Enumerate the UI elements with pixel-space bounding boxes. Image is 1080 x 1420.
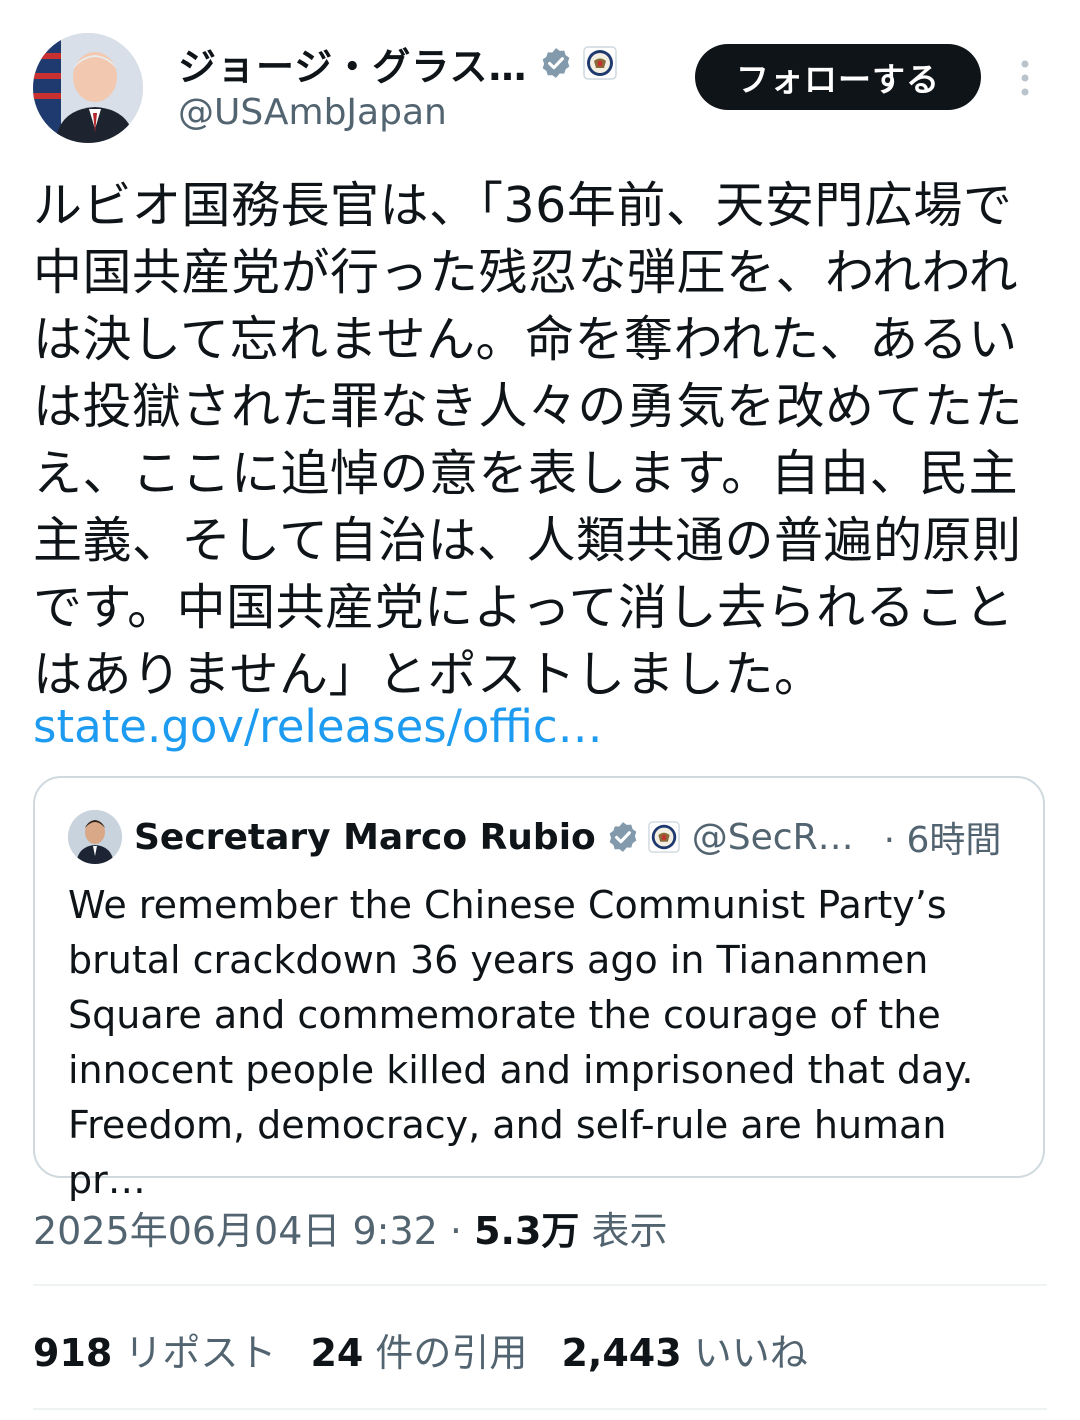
repost-stat[interactable]: 918 リポスト <box>33 1322 276 1377</box>
like-count: 2,443 <box>561 1331 682 1375</box>
tweet-datetime[interactable]: 2025年06月04日 9:32 <box>33 1209 438 1253</box>
quoted-timestamp[interactable]: · 6時間 <box>884 811 1002 863</box>
divider <box>33 1408 1047 1410</box>
quoted-author-avatar[interactable] <box>68 810 122 864</box>
view-count: 5.3万 <box>474 1209 580 1253</box>
quoted-tweet-header: Secretary Marco Rubio @SecR… · 6時間 <box>68 808 1001 866</box>
repost-count: 918 <box>33 1331 113 1375</box>
engagement-stats: 918 リポスト 24 件の引用 2,443 いいね <box>33 1322 842 1377</box>
quote-label: 件の引用 <box>375 1331 528 1375</box>
author-name-row: ジョージ・グラス… <box>178 36 618 91</box>
quoted-tweet-text: We remember the Chinese Communist Party’… <box>68 883 974 1202</box>
state-department-seal-icon <box>648 821 680 853</box>
tweet-meta: 2025年06月04日 9:32 · 5.3万 表示 <box>33 1200 668 1255</box>
verified-badge-icon <box>609 822 637 852</box>
quoted-author-name[interactable]: Secretary Marco Rubio <box>134 817 596 858</box>
author-display-name[interactable]: ジョージ・グラス… <box>178 36 527 91</box>
author-handle[interactable]: @USAmbJapan <box>178 92 447 133</box>
view-label: 表示 <box>591 1209 668 1253</box>
tweet-header: ジョージ・グラス… @USAmbJapan フォローする <box>0 0 1080 160</box>
meta-separator: · <box>449 1209 463 1253</box>
tweet-text: ルビオ国務長官は、「36年前、天安門広場で 中国共産党が行った残忍な弾圧を、われ… <box>33 177 1024 703</box>
quoted-tweet-card[interactable]: Secretary Marco Rubio @SecR… · 6時間 We re… <box>33 776 1045 1202</box>
quoted-author-handle[interactable]: @SecR… <box>692 817 854 858</box>
tweet-link[interactable]: state.gov/releases/offic… <box>33 700 603 753</box>
verified-badge-icon <box>543 48 570 78</box>
divider <box>33 1284 1047 1286</box>
quote-count: 24 <box>310 1331 364 1375</box>
more-options-icon[interactable] <box>1008 58 1042 98</box>
follow-button[interactable]: フォローする <box>695 44 981 110</box>
author-avatar[interactable] <box>33 33 143 143</box>
like-stat[interactable]: 2,443 いいね <box>561 1322 807 1377</box>
repost-label: リポスト <box>124 1331 277 1375</box>
quote-stat[interactable]: 24 件の引用 <box>310 1322 527 1377</box>
state-department-seal-icon <box>583 46 618 80</box>
like-label: いいね <box>693 1331 808 1375</box>
